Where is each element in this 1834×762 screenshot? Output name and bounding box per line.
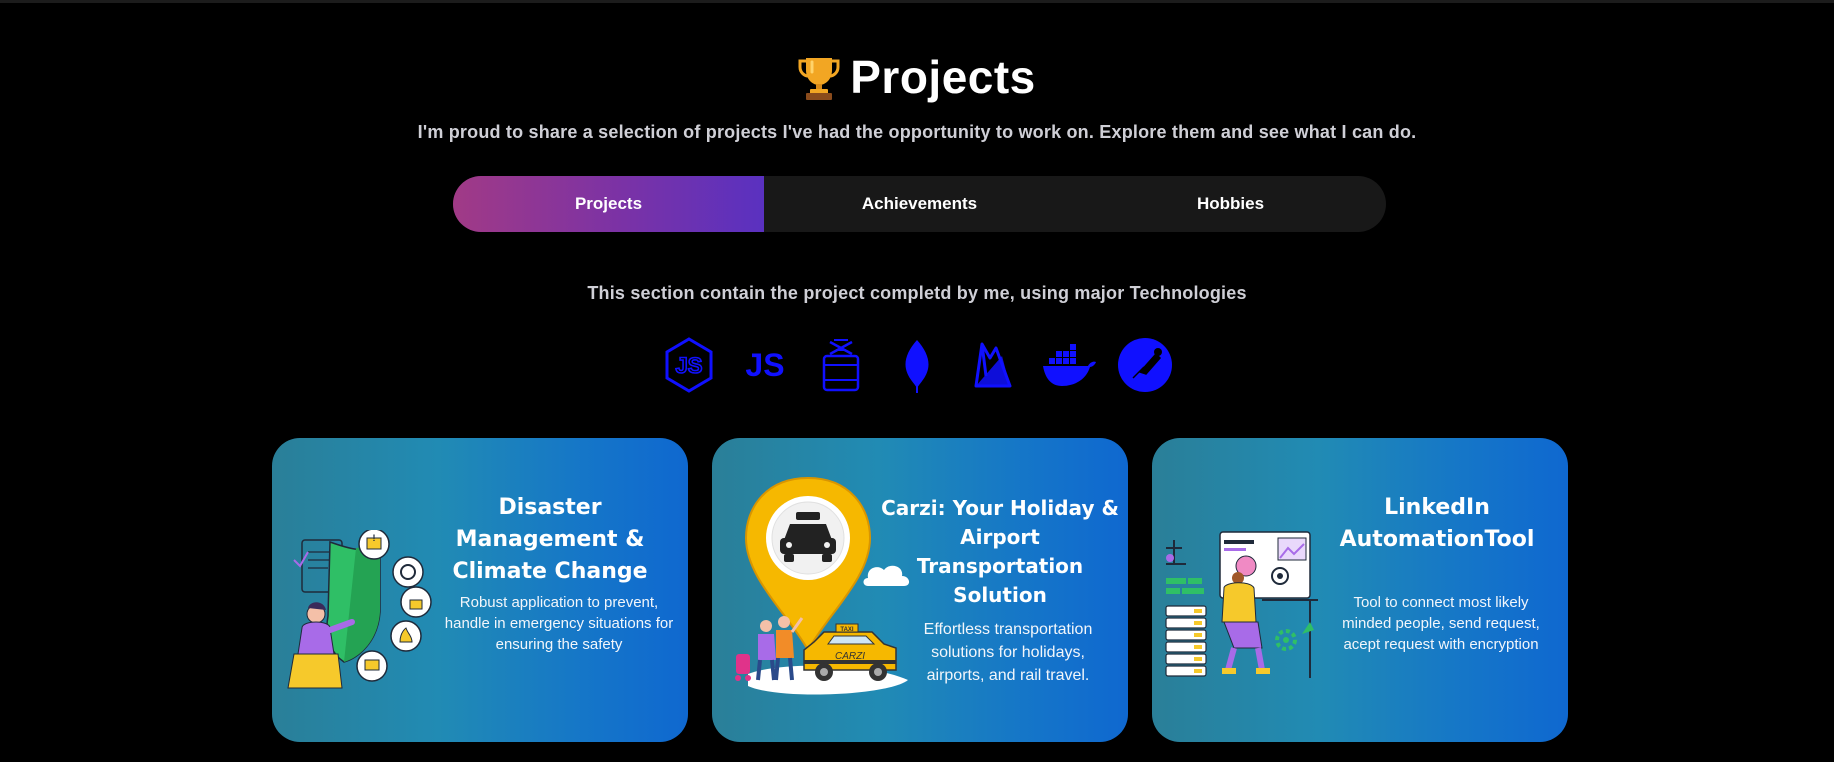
automation-workstation-illustration	[1162, 530, 1322, 680]
project-card-disaster-management[interactable]: ! Disaster Management & Climate Change R…	[272, 438, 688, 742]
taxi-roof-sign: TAXI	[840, 627, 854, 633]
project-title: Carzi: Your Holiday & Airport Transporta…	[881, 496, 1119, 607]
tab-achievements[interactable]: Achievements	[764, 176, 1075, 232]
page-subtitle: I'm proud to share a selection of projec…	[417, 122, 1417, 142]
postman-icon	[1116, 336, 1174, 394]
project-description: Tool to connect most likely minded peopl…	[1342, 594, 1540, 653]
javascript-icon: JS	[736, 336, 794, 394]
project-card-linkedin-automation[interactable]: LinkedIn AutomationTool Tool to connect …	[1152, 438, 1568, 742]
page-title: Projects	[0, 50, 1834, 104]
docker-icon	[1040, 336, 1098, 394]
project-title: LinkedIn AutomationTool	[1339, 495, 1535, 552]
project-card-carzi[interactable]: TAXI CARZI Carzi: Your Holiday & Airport…	[712, 438, 1128, 742]
firebase-icon	[964, 336, 1022, 394]
page-title-text: Projects	[850, 51, 1036, 103]
postman-box-icon	[812, 336, 870, 394]
project-description: Effortless transportation solutions for …	[923, 621, 1093, 684]
trophy-icon	[798, 54, 840, 100]
security-shield-illustration: !	[280, 528, 432, 690]
svg-text:JS: JS	[745, 347, 784, 383]
tab-hobbies[interactable]: Hobbies	[1075, 176, 1386, 232]
nodejs-icon: JS	[660, 336, 718, 394]
project-cards: ! Disaster Management & Climate Change R…	[272, 438, 1569, 742]
svg-text:!: !	[373, 533, 376, 543]
technology-icons: JS JS	[0, 336, 1834, 394]
section-tabs: Projects Achievements Hobbies	[453, 176, 1386, 232]
top-border	[0, 0, 1834, 3]
mongodb-icon	[888, 336, 946, 394]
tab-projects[interactable]: Projects	[453, 176, 764, 232]
project-description: Robust application to prevent, handle in…	[444, 594, 674, 653]
svg-text:JS: JS	[676, 353, 703, 378]
project-title: Disaster Management & Climate Change	[452, 495, 648, 584]
section-description: This section contain the project complet…	[587, 283, 1247, 303]
